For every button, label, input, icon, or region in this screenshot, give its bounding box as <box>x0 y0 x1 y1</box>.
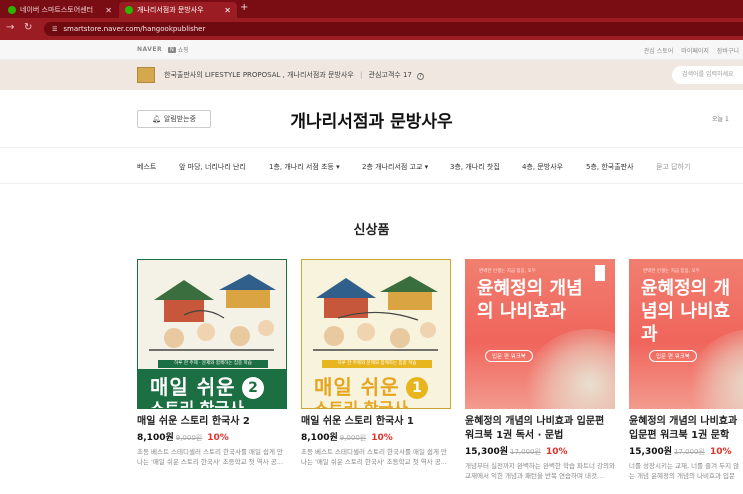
volume-badge: 2 <box>242 377 264 399</box>
store-info-bar: 한국출판사의 LIFESTYLE PROPOSAL , 개나리서점과 문방사우 … <box>0 60 743 90</box>
browser-tab-smartstore-center[interactable]: 네이버 스마트스토어센터 ✕ <box>2 2 118 18</box>
sale-price: 8,100원 <box>301 433 338 443</box>
product-description: 개념부터 실전까지 완벽하는 완벽한 학습 파트너 강의와 교재에서 익힌 개념… <box>465 462 615 480</box>
store-tagline: 한국출판사의 LIFESTYLE PROPOSAL , 개나리서점과 문방사우 <box>164 71 354 79</box>
tab-label: 네이버 스마트스토어센터 <box>20 6 94 14</box>
store-favicon-icon <box>125 6 133 14</box>
category-nav: 베스트 앞 마당, 너리나리 난리 1층, 개나리 서점 초등 ▾ 2층 개나리… <box>0 148 743 184</box>
product-title[interactable]: 윤혜정의 개념의 나비효과 입문편 워크북 1권 문학 <box>629 415 743 443</box>
cover-qr-mark-icon <box>595 265 605 281</box>
link-cart[interactable]: 장바구니 <box>717 46 739 55</box>
section-title: 신상품 <box>353 223 390 238</box>
original-price: 17,000원 <box>674 448 705 456</box>
url-field[interactable]: ☰ smartstore.naver.com/hangookpublisher <box>44 22 743 36</box>
link-my-page[interactable]: 마이페이지 <box>681 46 709 55</box>
product-title[interactable]: 매일 쉬운 스토리 한국사 2 <box>137 415 287 429</box>
cover-glow-decoration <box>525 329 615 409</box>
price-row: 8,100원 9,000원 10% <box>137 430 287 443</box>
cover-ribbon: 하루 한 주제 · 문제와 함께하는 집중 학습 <box>158 360 268 368</box>
discount-rate: 10% <box>207 433 229 443</box>
product-thumbnail[interactable]: 완벽한 인생는 지금 믿음, 모두 윤혜정의 개념의 나비효과 입문 편 워크북 <box>629 259 743 409</box>
product-card[interactable]: 하루 한 주제 · 문제와 함께하는 집중 학습 매일 쉬운 스토리 한국사 2… <box>137 259 287 467</box>
category-front-yard[interactable]: 앞 마당, 너리나리 난리 <box>179 162 246 172</box>
product-description: 초등 베스트 스테디셀러 스토리 한국사를 매일 쉽게 만나는 '매일 쉬운 스… <box>301 448 448 466</box>
close-tab-icon[interactable]: ✕ <box>105 6 112 15</box>
original-price: 17,000원 <box>510 448 541 456</box>
cover-badge: 입문 편 워크북 <box>485 350 533 362</box>
product-card[interactable]: 하루 한 주제와 문제와 함께하는 집중 학습 매일 쉬운 스토리 한국사 1 … <box>301 259 451 467</box>
cover-subcopy: 완벽한 인생는 지금 믿음, 모두 <box>479 269 536 274</box>
price-row: 8,100원 9,000원 10% <box>301 430 451 443</box>
reload-icon[interactable]: ↻ <box>24 22 32 33</box>
site-info-icon[interactable]: ☰ <box>52 26 57 33</box>
naver-shopping-logo[interactable]: N 쇼핑 <box>168 45 189 54</box>
browser-tab-store[interactable]: 개나리서점과 문방사우 ✕ <box>119 2 237 18</box>
product-thumbnail[interactable]: 완벽한 인생는 지금 믿음, 모두 윤혜정의 개념의 나비효과 입문 편 워크북 <box>465 259 615 409</box>
cover-title: 윤혜정의 개념의 나비효과 <box>477 278 583 322</box>
product-card[interactable]: 완벽한 인생는 지금 믿음, 모두 윤혜정의 개념의 나비효과 입문 편 워크북… <box>629 259 743 481</box>
cover-title-line2: 스토리 한국사 <box>150 399 244 409</box>
product-description: 너를 성장시키는 교재, 너를 즐겨 두지 않는 개념 윤혜정의 개념의 나비효… <box>629 462 740 480</box>
category-floor3[interactable]: 3층, 개나리 찻집 <box>450 162 500 172</box>
product-description: 초등 베스트 스테디셀러 스토리 한국사를 매일 쉽게 만나는 '매일 쉬운 스… <box>137 448 284 466</box>
store-description: 한국출판사의 LIFESTYLE PROPOSAL , 개나리서점과 문방사우 … <box>164 70 425 80</box>
cover-title-block: 매일 쉬운 스토리 한국사 2 <box>138 369 286 409</box>
category-qna[interactable]: 묻고 답하기 <box>656 162 690 172</box>
product-thumbnail[interactable]: 하루 한 주제와 문제와 함께하는 집중 학습 매일 쉬운 스토리 한국사 1 <box>301 259 451 409</box>
product-title[interactable]: 매일 쉬운 스토리 한국사 1 <box>301 415 451 429</box>
cover-subcopy: 완벽한 인생는 지금 믿음, 모두 <box>643 269 700 274</box>
sale-price: 15,300원 <box>465 447 509 457</box>
divider: | <box>359 71 363 79</box>
product-title[interactable]: 윤혜정의 개념의 나비효과 입문편 워크북 1권 독서 · 문법 <box>465 415 615 443</box>
naver-top-bar: NAVER N 쇼핑 관심 스토어 마이페이지 장바구니 <box>0 40 743 60</box>
browser-tab-bar: 네이버 스마트스토어센터 ✕ 개나리서점과 문방사우 ✕ + <box>0 0 743 18</box>
shopping-label: 쇼핑 <box>177 47 189 54</box>
naver-user-links: 관심 스토어 마이페이지 장바구니 <box>644 46 739 55</box>
history-illustration-icon <box>144 270 280 356</box>
category-floor2[interactable]: 2층 개나리서점 고교 ▾ <box>362 162 428 172</box>
sale-price: 15,300원 <box>629 447 673 457</box>
cover-title-line2: 스토리 한국사 <box>314 399 408 409</box>
forward-arrow-icon[interactable]: → <box>6 22 14 33</box>
cover-ribbon: 하루 한 주제와 문제와 함께하는 집중 학습 <box>322 360 432 368</box>
category-best[interactable]: 베스트 <box>137 162 156 172</box>
price-row: 15,300원 17,000원 10% <box>465 444 615 457</box>
url-text: smartstore.naver.com/hangookpublisher <box>63 25 206 33</box>
category-floor1[interactable]: 1층, 개나리 서점 초등 ▾ <box>269 162 340 172</box>
link-favorite-stores[interactable]: 관심 스토어 <box>644 46 674 55</box>
close-tab-icon[interactable]: ✕ <box>224 6 231 15</box>
follower-count: 관심고객수 17 <box>368 71 412 79</box>
store-profile-image[interactable] <box>137 67 155 83</box>
new-tab-plus-icon[interactable]: + <box>240 2 248 13</box>
sale-price: 8,100원 <box>137 433 174 443</box>
cover-badge: 입문 편 워크북 <box>649 350 697 362</box>
discount-rate: 10% <box>545 447 568 457</box>
history-illustration-icon <box>308 270 444 356</box>
category-floor5[interactable]: 5층, 한국출판사 <box>586 162 634 172</box>
product-card[interactable]: 완벽한 인생는 지금 믿음, 모두 윤혜정의 개념의 나비효과 입문 편 워크북… <box>465 259 615 481</box>
price-row: 15,300원 17,000원 10% <box>629 444 743 457</box>
store-header: 🔔︎ 알림받는중 개나리서점과 문방사우 오늘 1 <box>0 91 743 148</box>
cover-title-block: 매일 쉬운 스토리 한국사 1 <box>302 369 450 409</box>
product-thumbnail[interactable]: 하루 한 주제 · 문제와 함께하는 집중 학습 매일 쉬운 스토리 한국사 2 <box>137 259 287 409</box>
naver-favicon-icon <box>8 6 16 14</box>
cover-title: 윤혜정의 개념의 나비효과 <box>641 278 731 345</box>
category-floor4[interactable]: 4층, 문방사우 <box>522 162 563 172</box>
discount-rate: 10% <box>371 433 393 443</box>
today-visitors: 오늘 1 <box>712 116 729 123</box>
address-bar: → ↻ ☰ smartstore.naver.com/hangookpublis… <box>0 18 743 40</box>
store-title[interactable]: 개나리서점과 문방사우 <box>0 107 743 132</box>
store-search-input[interactable]: 검색어를 입력하세요 <box>672 66 743 84</box>
volume-badge: 1 <box>406 377 428 399</box>
tab-label: 개나리서점과 문방사우 <box>137 6 204 14</box>
discount-rate: 10% <box>709 447 732 457</box>
help-question-icon[interactable]: ? <box>417 73 425 80</box>
original-price: 9,000원 <box>175 434 203 442</box>
naver-logo[interactable]: NAVER <box>137 46 162 53</box>
original-price: 9,000원 <box>339 434 367 442</box>
naver-n-badge-icon: N <box>168 46 176 53</box>
